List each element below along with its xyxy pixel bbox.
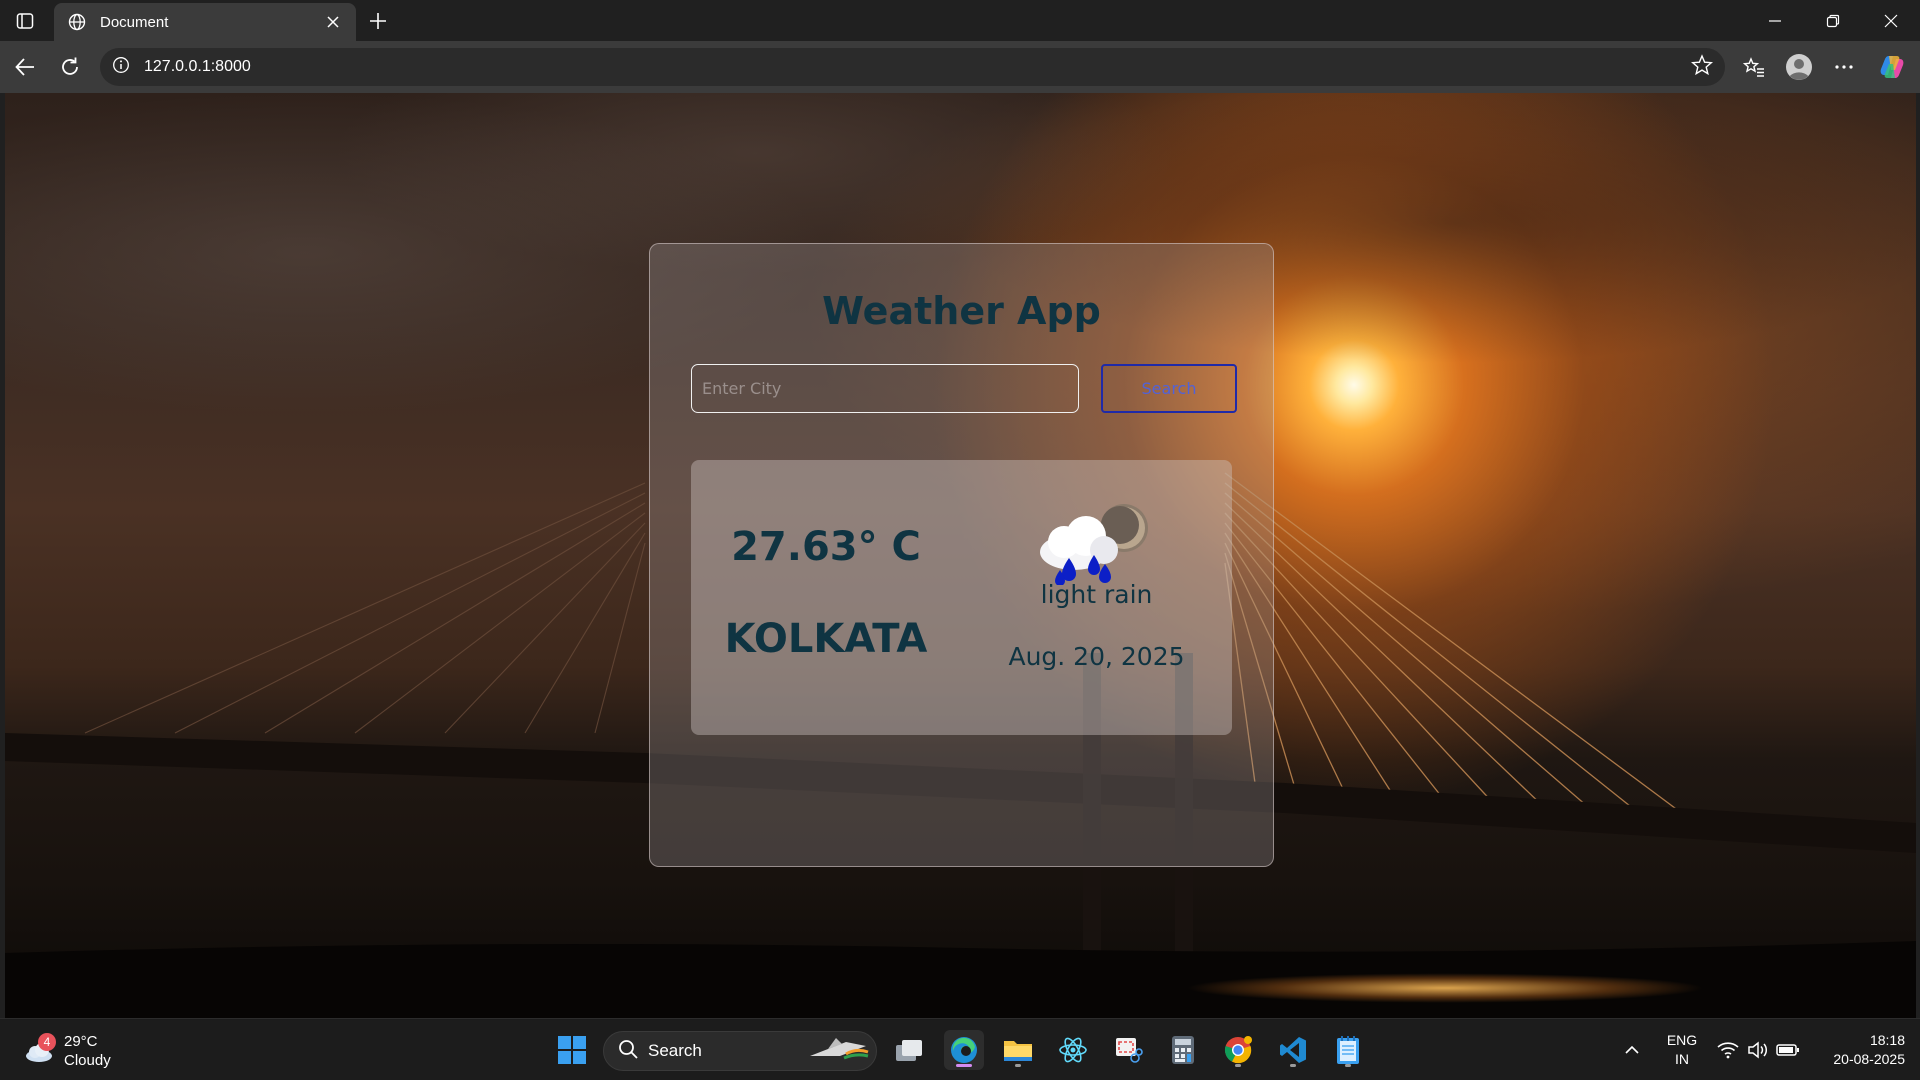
tab-title: Document xyxy=(100,13,169,31)
favorite-star-icon[interactable] xyxy=(1690,54,1714,80)
tab-actions-icon[interactable] xyxy=(10,8,40,34)
browser-tab-bar: Document xyxy=(0,0,1920,41)
city-name: KOLKATA xyxy=(724,616,928,662)
search-button[interactable]: Search xyxy=(1101,364,1237,413)
chevron-up-icon[interactable] xyxy=(1612,1030,1652,1070)
app-title: Weather App xyxy=(822,289,1101,333)
running-indicator xyxy=(1235,1064,1241,1067)
weather-date: Aug. 20, 2025 xyxy=(1008,642,1185,671)
url-text: 127.0.0.1:8000 xyxy=(144,58,251,75)
active-indicator xyxy=(956,1064,972,1067)
snipping-tool-icon[interactable] xyxy=(1108,1030,1148,1070)
taskbar-search[interactable]: Search xyxy=(603,1031,877,1071)
weather-card: Weather App Search 27.63° C KOLKATA ligh… xyxy=(649,243,1274,867)
browser-tab[interactable]: Document xyxy=(54,3,356,41)
running-indicator xyxy=(1290,1064,1296,1067)
edge-browser-icon[interactable] xyxy=(944,1030,984,1070)
region-code: IN xyxy=(1675,1051,1689,1067)
taskbar-weather-temp: 29°C xyxy=(64,1033,98,1050)
back-arrow-icon[interactable] xyxy=(8,50,42,84)
start-windows-icon[interactable] xyxy=(552,1030,592,1070)
battery-icon[interactable] xyxy=(1768,1030,1808,1070)
minimize-icon[interactable] xyxy=(1746,0,1804,41)
page-background: Weather App Search 27.63° C KOLKATA ligh… xyxy=(5,93,1916,1018)
city-input[interactable] xyxy=(691,364,1079,413)
rain-cloud-icon xyxy=(1040,504,1148,585)
taskbar-search-label: Search xyxy=(648,1041,702,1060)
chrome-icon[interactable] xyxy=(1218,1030,1258,1070)
notepad-icon[interactable] xyxy=(1328,1030,1368,1070)
language-indicator[interactable]: ENG IN xyxy=(1664,1031,1700,1069)
close-window-icon[interactable] xyxy=(1862,0,1920,41)
profile-avatar-icon[interactable] xyxy=(1782,50,1816,84)
language-code: ENG xyxy=(1666,1032,1698,1048)
copilot-icon[interactable] xyxy=(1875,50,1909,84)
temperature-value: 27.63° C xyxy=(731,524,921,570)
system-clock[interactable]: 18:18 20-08-2025 xyxy=(1810,1031,1905,1069)
search-highlight-icon xyxy=(806,1034,870,1068)
calculator-icon[interactable] xyxy=(1163,1030,1203,1070)
react-app-icon[interactable] xyxy=(1053,1030,1093,1070)
weather-description: light rain xyxy=(1040,580,1153,609)
restore-icon[interactable] xyxy=(1804,0,1862,41)
globe-icon xyxy=(66,11,88,33)
clock-time: 18:18 xyxy=(1869,1032,1905,1048)
task-view-icon[interactable] xyxy=(889,1030,929,1070)
running-indicator xyxy=(1015,1064,1021,1067)
more-options-icon[interactable] xyxy=(1827,50,1861,84)
running-indicator xyxy=(1345,1064,1351,1067)
browser-toolbar: 127.0.0.1:8000 xyxy=(0,41,1920,93)
site-info-icon[interactable] xyxy=(112,56,130,78)
taskbar-weather-widget[interactable]: 4 29°C Cloudy xyxy=(20,1031,140,1071)
refresh-icon[interactable] xyxy=(53,50,87,84)
favorites-icon[interactable] xyxy=(1737,50,1771,84)
address-bar[interactable]: 127.0.0.1:8000 xyxy=(100,48,1725,86)
taskbar: 4 29°C Cloudy Search ENG IN 18:18 20-08-… xyxy=(0,1018,1920,1080)
taskbar-weather-condition: Cloudy xyxy=(64,1052,111,1069)
new-tab-icon[interactable] xyxy=(363,6,393,36)
search-icon xyxy=(618,1039,638,1063)
clock-date: 20-08-2025 xyxy=(1833,1051,1905,1067)
close-tab-icon[interactable] xyxy=(322,11,344,33)
water-reflection xyxy=(1185,973,1705,1003)
file-explorer-icon[interactable] xyxy=(998,1030,1038,1070)
weather-result-panel: 27.63° C KOLKATA light rain Aug. 20, 202… xyxy=(691,460,1232,735)
vscode-icon[interactable] xyxy=(1273,1030,1313,1070)
notification-badge: 4 xyxy=(38,1033,56,1051)
